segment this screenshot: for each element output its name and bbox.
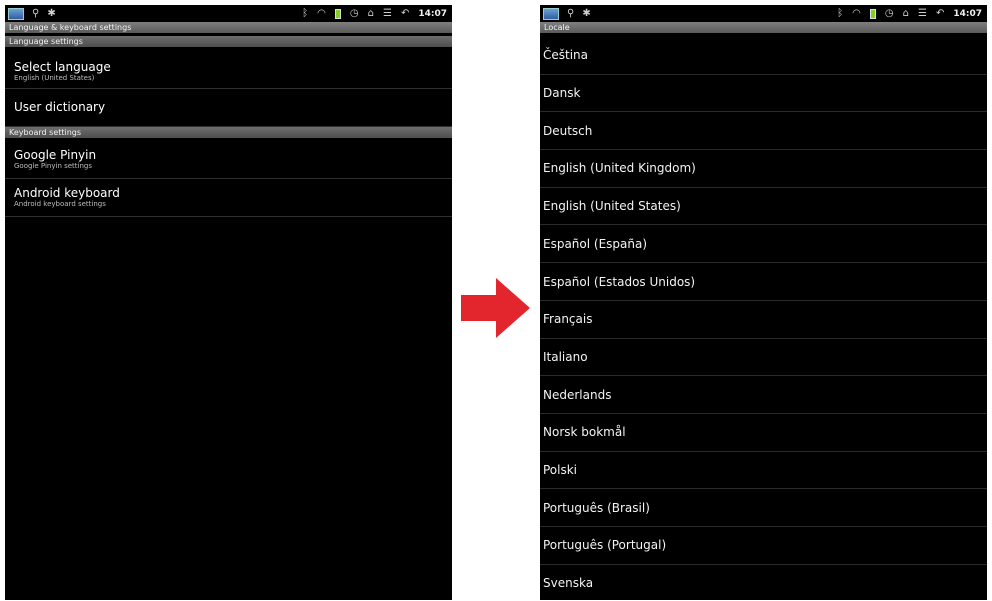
alarm-icon: ◷	[884, 7, 894, 19]
locale-item-polski[interactable]: Polski	[540, 452, 987, 490]
wifi-icon: ◠	[317, 7, 326, 19]
locale-item-nederlands[interactable]: Nederlands	[540, 376, 987, 414]
locale-item-dansk[interactable]: Dansk	[540, 75, 987, 113]
item-title: Android keyboard	[14, 186, 120, 200]
item-subtitle: English (United States)	[14, 74, 95, 82]
home-icon[interactable]: ⌂	[368, 8, 374, 19]
locale-screen: ⚲ ✱ ᛒ ◠ ◷ ⌂ ☰ ↶ 14:07 Locale Čeština Dan…	[540, 5, 987, 600]
section-header-language-settings: Language settings	[5, 36, 452, 47]
android-debug-icon: ✱	[582, 7, 591, 19]
user-dictionary-item[interactable]: User dictionary	[5, 89, 452, 127]
android-keyboard-item[interactable]: Android keyboard Android keyboard settin…	[5, 179, 452, 217]
locale-item-english-us[interactable]: English (United States)	[540, 188, 987, 226]
select-language-item[interactable]: Select language English (United States)	[5, 49, 452, 89]
android-debug-icon: ✱	[47, 7, 56, 19]
home-icon[interactable]: ⌂	[903, 8, 909, 19]
google-pinyin-item[interactable]: Google Pinyin Google Pinyin settings	[5, 140, 452, 179]
menu-icon[interactable]: ☰	[383, 8, 392, 19]
locale-item-english-uk[interactable]: English (United Kingdom)	[540, 150, 987, 188]
section-header-keyboard-settings: Keyboard settings	[5, 127, 452, 138]
locale-item-espanol-estados-unidos[interactable]: Español (Estados Unidos)	[540, 263, 987, 301]
right-arrow-icon	[461, 278, 530, 338]
locale-item-italiano[interactable]: Italiano	[540, 339, 987, 377]
battery-icon	[334, 8, 341, 19]
screenshot-thumb-icon	[543, 7, 559, 20]
item-subtitle: Google Pinyin settings	[14, 162, 93, 170]
back-icon[interactable]: ↶	[936, 8, 944, 19]
battery-icon	[869, 8, 876, 19]
status-time: 14:07	[418, 8, 447, 19]
locale-item-espanol-espana[interactable]: Español (España)	[540, 226, 987, 264]
status-time: 14:07	[953, 8, 982, 19]
usb-icon: ⚲	[32, 7, 40, 19]
bluetooth-icon: ᛒ	[302, 7, 309, 19]
bluetooth-icon: ᛒ	[837, 7, 844, 19]
wifi-icon: ◠	[852, 7, 861, 19]
menu-icon[interactable]: ☰	[918, 8, 927, 19]
status-bar: ⚲ ✱ ᛒ ◠ ◷ ⌂ ☰ ↶ 14:07	[540, 5, 987, 22]
locale-item-portugues-brasil[interactable]: Português (Brasil)	[540, 489, 987, 528]
locale-item-deutsch[interactable]: Deutsch	[540, 112, 987, 151]
item-subtitle: Android keyboard settings	[14, 200, 106, 208]
locale-item-norsk-bokmal[interactable]: Norsk bokmål	[540, 414, 987, 452]
item-title: Google Pinyin	[14, 148, 97, 162]
locale-item-svenska[interactable]: Svenska	[540, 565, 987, 600]
item-title: Select language	[14, 60, 111, 74]
locale-item-francais[interactable]: Français	[540, 301, 987, 339]
item-title: User dictionary	[14, 100, 106, 114]
status-bar: ⚲ ✱ ᛒ ◠ ◷ ⌂ ☰ ↶ 14:07	[5, 5, 452, 22]
locale-item-portugues-portugal[interactable]: Português (Portugal)	[540, 527, 987, 565]
locale-item-cestina[interactable]: Čeština	[540, 37, 987, 75]
screen-title: Locale	[540, 22, 987, 33]
screen-title: Language & keyboard settings	[5, 22, 452, 33]
usb-icon: ⚲	[567, 7, 575, 19]
screenshot-thumb-icon	[8, 7, 24, 20]
language-keyboard-settings-screen: ⚲ ✱ ᛒ ◠ ◷ ⌂ ☰ ↶ 14:07 Language & keyboar…	[5, 5, 452, 600]
alarm-icon: ◷	[349, 7, 359, 19]
back-icon[interactable]: ↶	[401, 8, 409, 19]
